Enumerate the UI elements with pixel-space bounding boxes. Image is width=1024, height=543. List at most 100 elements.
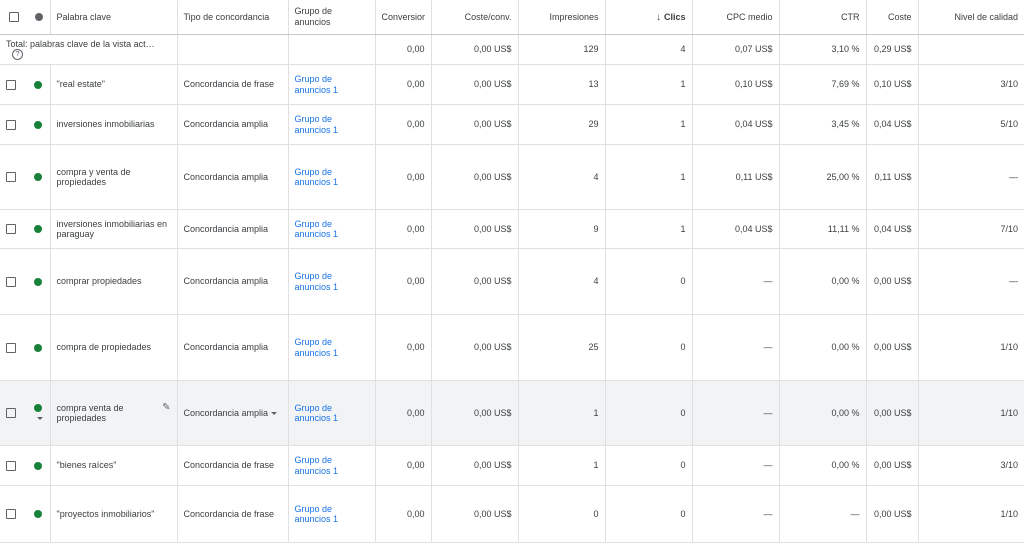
quality-cell: 1/10 [918,485,1024,543]
table-header-row: Palabra clave Tipo de concordancia Grupo… [0,0,1024,35]
status-dot-icon[interactable] [34,343,42,352]
keyword-cell[interactable]: inversiones inmobiliarias [50,104,178,145]
keywords-table: Palabra clave Tipo de concordancia Grupo… [0,0,1024,543]
status-dot-icon[interactable] [34,277,42,286]
status-dot-icon[interactable] [34,120,42,129]
ad-group-link[interactable]: Grupo de anuncios 1 [295,74,339,95]
keyword-text: comprar propiedades [56,276,142,287]
header-ad-group[interactable]: Grupo de anuncios [288,0,376,35]
conversions-cell: 0,00 [375,209,432,249]
row-checkbox[interactable] [6,408,16,419]
header-quality[interactable]: Nivel de calidad [918,0,1024,35]
ctr-cell: 0,00 % [779,314,867,381]
keyword-cell[interactable]: compra de propiedades [50,314,178,381]
table-row[interactable]: inversiones inmobiliarias Concordancia am… [0,104,1024,145]
clicks-cell: 0 [605,380,693,446]
keyword-text: compra de propiedades [56,342,152,353]
status-dot-icon[interactable] [34,13,43,22]
conversions-cell: 0,00 [375,445,432,486]
match-type-text: Concordancia amplia [183,119,269,130]
ad-group-cell: Grupo de anuncios 1 [288,64,376,105]
header-cost-conv[interactable]: Coste/conv. [431,0,519,35]
pencil-icon[interactable]: ✎ [162,402,170,414]
ctr-cell: 0,00 % [779,380,867,446]
table-row[interactable]: ✎ compra venta de propiedades Concordancia… [0,380,1024,446]
row-checkbox[interactable] [6,460,16,471]
row-checkbox[interactable] [6,509,16,520]
table-row[interactable]: comprar propiedades Concordancia amplia Gr… [0,248,1024,315]
table-row[interactable]: compra y venta de propiedades Concordanci… [0,144,1024,210]
conversions-cell: 0,00 [375,314,432,381]
row-checkbox[interactable] [6,342,16,353]
header-impressions[interactable]: Impresiones [518,0,606,35]
ctr-cell: — [779,485,867,543]
keyword-cell[interactable]: "real estate" [50,64,178,105]
status-header [28,0,51,35]
keyword-cell[interactable]: inversiones inmobiliarias en paraguay [50,209,178,249]
table-row[interactable]: compra de propiedades Concordancia amplia… [0,314,1024,381]
match-type-cell[interactable]: Concordancia amplia [177,248,289,315]
match-type-cell[interactable]: Concordancia amplia [177,104,289,145]
header-match-type[interactable]: Tipo de concordancia [177,0,289,35]
match-type-cell[interactable]: Concordancia amplia [177,144,289,210]
header-avg-cpc[interactable]: CPC medio [692,0,780,35]
match-type-text: Concordancia amplia [183,223,269,234]
match-type-cell[interactable]: Concordancia de frase [177,485,289,543]
avg-cpc-cell: — [692,380,780,446]
status-dot-icon[interactable] [34,80,42,89]
select-all-checkbox[interactable] [9,12,19,23]
keyword-cell[interactable]: "bienes raíces" [50,445,178,486]
clicks-cell: 0 [605,485,693,543]
header-clicks[interactable]: ↓ Clics [605,0,693,35]
total-avg-cpc: 0,07 US$ [692,34,780,65]
header-ctr[interactable]: CTR [779,0,867,35]
table-row[interactable]: inversiones inmobiliarias en paraguay Con… [0,209,1024,249]
status-dot-icon[interactable] [34,225,42,234]
cost-cell: 0,04 US$ [866,209,919,249]
row-checkbox[interactable] [6,172,16,183]
row-checkbox[interactable] [6,276,16,287]
ctr-cell: 3,45 % [779,104,867,145]
keyword-cell[interactable]: ✎ compra venta de propiedades [50,380,178,446]
match-type-cell[interactable]: Concordancia de frase [177,64,289,105]
ctr-cell: 0,00 % [779,248,867,315]
chevron-down-icon[interactable] [37,417,43,421]
ad-group-link[interactable]: Grupo de anuncios 1 [295,271,339,292]
match-type-cell[interactable]: Concordancia amplia [177,209,289,249]
status-dot-icon[interactable] [34,510,42,519]
ad-group-cell: Grupo de anuncios 1 [288,209,376,249]
ad-group-link[interactable]: Grupo de anuncios 1 [295,167,339,188]
keyword-cell[interactable]: comprar propiedades [50,248,178,315]
match-type-cell[interactable]: Concordancia amplia [177,380,289,446]
ad-group-link[interactable]: Grupo de anuncios 1 [295,403,339,424]
table-row[interactable]: "bienes raíces" Concordancia de frase Grup… [0,445,1024,486]
avg-cpc-cell: 0,04 US$ [692,209,780,249]
ad-group-link[interactable]: Grupo de anuncios 1 [295,455,339,476]
chevron-down-icon[interactable] [271,411,278,415]
header-cost[interactable]: Coste [866,0,919,35]
table-row[interactable]: "real estate" Concordancia de frase Grupo … [0,64,1024,105]
total-row: Total: palabras clave de la vista act…? … [0,34,1024,65]
match-type-cell[interactable]: Concordancia amplia [177,314,289,381]
match-type-cell[interactable]: Concordancia de frase [177,445,289,486]
row-checkbox[interactable] [6,119,16,130]
avg-cpc-cell: 0,10 US$ [692,64,780,105]
header-keyword[interactable]: Palabra clave [50,0,178,35]
row-checkbox[interactable] [6,79,16,90]
cost-conv-cell: 0,00 US$ [431,380,519,446]
ad-group-link[interactable]: Grupo de anuncios 1 [295,504,339,525]
ad-group-cell: Grupo de anuncios 1 [288,380,376,446]
status-dot-icon[interactable] [34,173,42,182]
row-checkbox[interactable] [6,224,16,235]
ad-group-link[interactable]: Grupo de anuncios 1 [295,114,339,135]
ad-group-link[interactable]: Grupo de anuncios 1 [295,219,339,240]
status-dot-icon[interactable] [34,404,42,413]
ad-group-link[interactable]: Grupo de anuncios 1 [295,337,339,358]
table-row[interactable]: "proyectos inmobiliarios" Concordancia de… [0,485,1024,543]
status-dot-icon[interactable] [34,461,42,470]
help-icon[interactable]: ? [12,49,23,61]
header-conversions[interactable]: Conversior [375,0,432,35]
keyword-cell[interactable]: compra y venta de propiedades [50,144,178,210]
keyword-cell[interactable]: "proyectos inmobiliarios" [50,485,178,543]
total-impressions: 129 [518,34,606,65]
